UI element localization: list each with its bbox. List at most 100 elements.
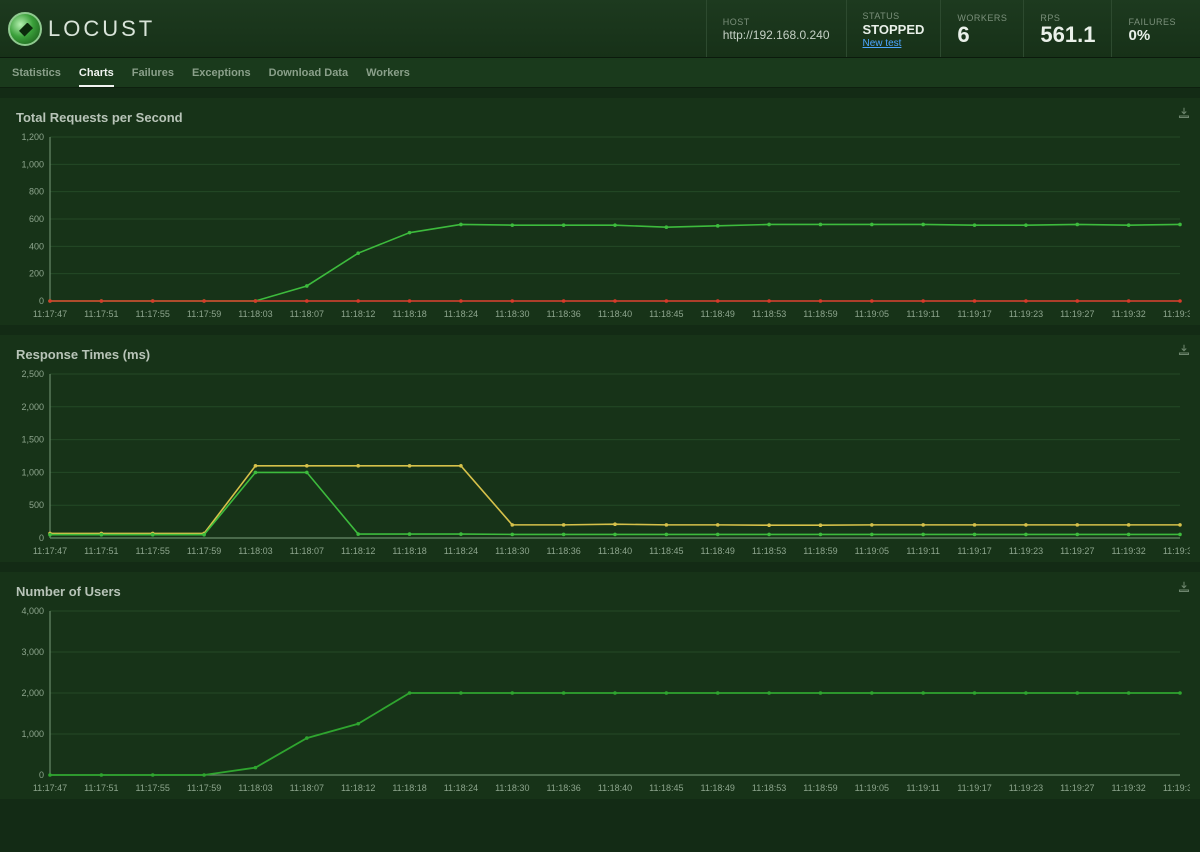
svg-text:1,000: 1,000 <box>21 159 44 169</box>
svg-text:11:18:18: 11:18:18 <box>392 546 426 556</box>
svg-text:11:19:05: 11:19:05 <box>855 309 889 319</box>
rps-value: 561.1 <box>1040 24 1095 46</box>
svg-text:4,000: 4,000 <box>21 606 44 616</box>
chart-title-rps: Total Requests per Second <box>16 110 1190 125</box>
stat-status: STATUS STOPPED New test <box>846 0 941 57</box>
svg-text:11:19:32: 11:19:32 <box>1111 783 1145 793</box>
svg-text:11:18:36: 11:18:36 <box>546 309 580 319</box>
svg-text:200: 200 <box>29 269 44 279</box>
download-icon[interactable] <box>1178 343 1190 355</box>
tab-exceptions[interactable]: Exceptions <box>192 67 251 87</box>
stat-rps: RPS 561.1 <box>1023 0 1111 57</box>
svg-text:11:19:11: 11:19:11 <box>906 783 940 793</box>
svg-text:11:18:59: 11:18:59 <box>803 309 837 319</box>
chart-rt: 05001,0001,5002,0002,50011:17:4711:17:51… <box>10 368 1190 558</box>
svg-text:11:19:27: 11:19:27 <box>1060 309 1094 319</box>
svg-text:11:18:36: 11:18:36 <box>546 783 580 793</box>
svg-text:11:17:55: 11:17:55 <box>136 309 170 319</box>
svg-text:11:18:07: 11:18:07 <box>290 546 324 556</box>
svg-text:1,000: 1,000 <box>21 467 44 477</box>
svg-text:11:18:45: 11:18:45 <box>649 309 683 319</box>
failures-label: FAILURES <box>1128 17 1176 27</box>
stat-workers: WORKERS 6 <box>940 0 1023 57</box>
svg-text:11:17:59: 11:17:59 <box>187 783 221 793</box>
svg-text:11:17:59: 11:17:59 <box>187 546 221 556</box>
svg-text:11:17:51: 11:17:51 <box>84 309 118 319</box>
svg-text:2,000: 2,000 <box>21 402 44 412</box>
svg-text:11:17:51: 11:17:51 <box>84 783 118 793</box>
svg-text:11:19:23: 11:19:23 <box>1009 309 1043 319</box>
svg-text:11:19:36: 11:19:36 <box>1163 546 1190 556</box>
svg-text:11:18:03: 11:18:03 <box>238 783 272 793</box>
svg-text:500: 500 <box>29 500 44 510</box>
tab-workers[interactable]: Workers <box>366 67 410 87</box>
svg-text:11:18:40: 11:18:40 <box>598 783 632 793</box>
svg-text:11:19:05: 11:19:05 <box>855 783 889 793</box>
status-label: STATUS <box>863 11 925 21</box>
tab-download-data[interactable]: Download Data <box>269 67 348 87</box>
svg-text:11:19:36: 11:19:36 <box>1163 309 1190 319</box>
chart-panel-rt: Response Times (ms) 05001,0001,5002,0002… <box>0 335 1200 562</box>
svg-text:11:18:53: 11:18:53 <box>752 309 786 319</box>
svg-text:11:17:47: 11:17:47 <box>33 309 67 319</box>
new-test-link[interactable]: New test <box>863 38 925 49</box>
svg-text:11:18:12: 11:18:12 <box>341 546 375 556</box>
header-stats: HOST http://192.168.0.240 STATUS STOPPED… <box>706 0 1192 57</box>
svg-text:11:17:55: 11:17:55 <box>136 546 170 556</box>
panels: Total Requests per Second 02004006008001… <box>0 98 1200 799</box>
svg-text:11:19:27: 11:19:27 <box>1060 546 1094 556</box>
stat-host: HOST http://192.168.0.240 <box>706 0 846 57</box>
svg-text:11:19:32: 11:19:32 <box>1111 546 1145 556</box>
svg-text:11:18:18: 11:18:18 <box>392 783 426 793</box>
svg-text:11:18:07: 11:18:07 <box>290 309 324 319</box>
svg-text:11:18:30: 11:18:30 <box>495 546 529 556</box>
svg-text:11:18:12: 11:18:12 <box>341 783 375 793</box>
chart-title-rt: Response Times (ms) <box>16 347 1190 362</box>
svg-text:3,000: 3,000 <box>21 647 44 657</box>
svg-text:11:18:40: 11:18:40 <box>598 309 632 319</box>
stat-failures: FAILURES 0% <box>1111 0 1192 57</box>
host-label: HOST <box>723 17 830 27</box>
tab-failures[interactable]: Failures <box>132 67 174 87</box>
svg-text:0: 0 <box>39 770 44 780</box>
svg-text:11:19:23: 11:19:23 <box>1009 783 1043 793</box>
workers-value: 6 <box>957 24 1007 46</box>
svg-text:11:18:24: 11:18:24 <box>444 546 478 556</box>
svg-text:11:18:45: 11:18:45 <box>649 546 683 556</box>
svg-text:11:18:59: 11:18:59 <box>803 546 837 556</box>
header: LOCUST HOST http://192.168.0.240 STATUS … <box>0 0 1200 58</box>
svg-text:11:19:11: 11:19:11 <box>906 309 940 319</box>
svg-text:2,000: 2,000 <box>21 688 44 698</box>
download-icon[interactable] <box>1178 106 1190 118</box>
svg-text:11:18:40: 11:18:40 <box>598 546 632 556</box>
svg-text:11:18:24: 11:18:24 <box>444 783 478 793</box>
tab-statistics[interactable]: Statistics <box>12 67 61 87</box>
tab-charts[interactable]: Charts <box>79 67 114 87</box>
logo[interactable]: LOCUST <box>8 12 706 46</box>
chart-users: 01,0002,0003,0004,00011:17:4711:17:5111:… <box>10 605 1190 795</box>
svg-text:1,500: 1,500 <box>21 435 44 445</box>
svg-text:400: 400 <box>29 241 44 251</box>
chart-title-users: Number of Users <box>16 584 1190 599</box>
chart-rps: 02004006008001,0001,20011:17:4711:17:511… <box>10 131 1190 321</box>
svg-text:11:18:49: 11:18:49 <box>701 546 735 556</box>
svg-text:11:18:24: 11:18:24 <box>444 309 478 319</box>
svg-text:11:19:17: 11:19:17 <box>957 546 991 556</box>
svg-text:11:18:03: 11:18:03 <box>238 546 272 556</box>
chart-panel-users: Number of Users 0 1,000 2,000 3,000 4,000 11:… <box>0 572 1200 799</box>
status-value: STOPPED <box>863 22 925 37</box>
tab-nav: Statistics Charts Failures Exceptions Downlo… <box>0 58 1200 88</box>
failures-value: 0% <box>1128 28 1176 43</box>
svg-text:11:18:59: 11:18:59 <box>803 783 837 793</box>
svg-text:2,500: 2,500 <box>21 369 44 379</box>
download-icon[interactable] <box>1178 580 1190 592</box>
svg-text:11:19:36: 11:19:36 <box>1163 783 1190 793</box>
svg-text:11:18:36: 11:18:36 <box>546 546 580 556</box>
svg-text:11:18:30: 11:18:30 <box>495 309 529 319</box>
svg-text:11:18:07: 11:18:07 <box>290 783 324 793</box>
svg-text:11:17:47: 11:17:47 <box>33 546 67 556</box>
svg-text:1,000: 1,000 <box>21 729 44 739</box>
svg-text:11:19:32: 11:19:32 <box>1111 309 1145 319</box>
svg-text:11:18:30: 11:18:30 <box>495 783 529 793</box>
svg-text:11:18:18: 11:18:18 <box>392 309 426 319</box>
